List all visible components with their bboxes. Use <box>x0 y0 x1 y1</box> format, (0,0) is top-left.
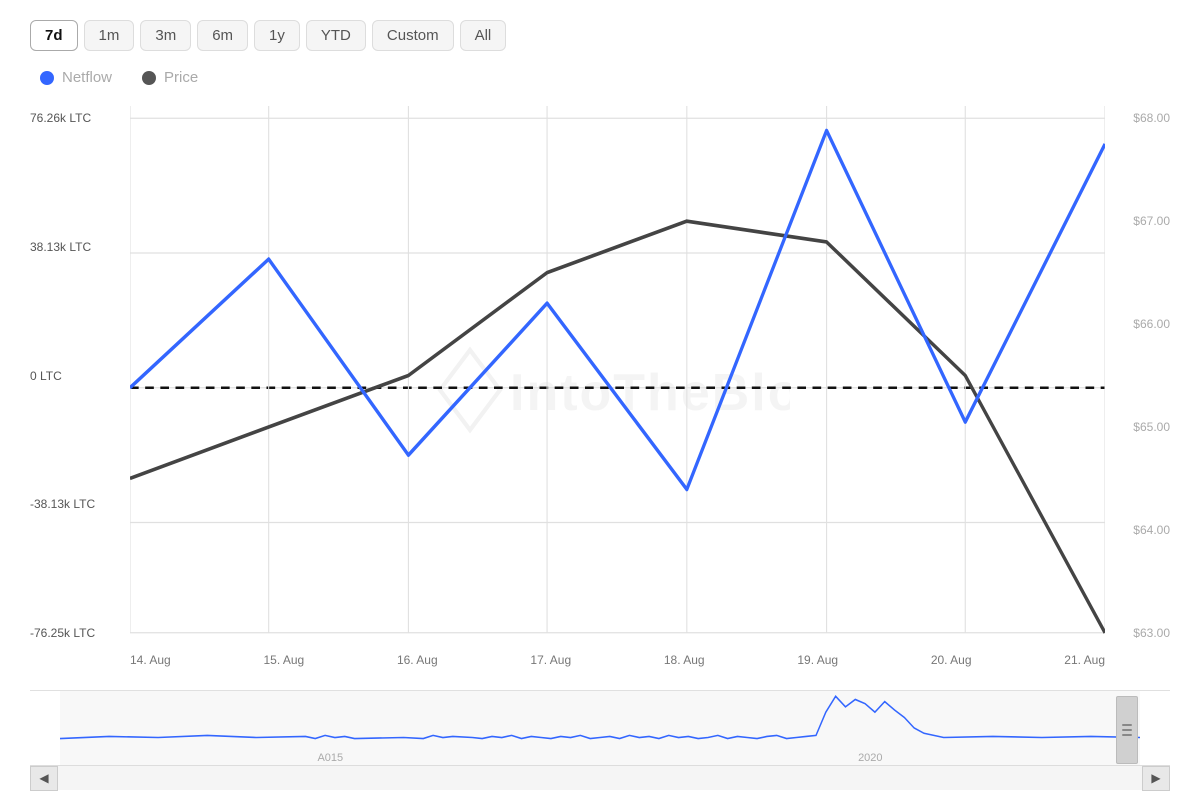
legend-price: Price <box>142 69 198 86</box>
chart-legend: Netflow Price <box>40 69 1170 86</box>
price-line <box>130 221 1105 633</box>
y-left-label-3: -38.13k LTC <box>30 497 130 511</box>
nav-right-button[interactable]: ▶ <box>1142 766 1170 791</box>
legend-price-label: Price <box>164 69 198 86</box>
time-btn-6m[interactable]: 6m <box>197 20 248 51</box>
chart-svg-container <box>130 106 1105 645</box>
x-label-6: 20. Aug <box>931 653 972 667</box>
x-label-0: 14. Aug <box>130 653 171 667</box>
y-right-label-3: $65.00 <box>1110 420 1170 434</box>
chart-area: 76.26k LTC 38.13k LTC 0 LTC -38.13k LTC -76.… <box>30 106 1170 790</box>
mini-chart-section: A015 2020 ◀ ▶ <box>30 690 1170 790</box>
price-dot <box>142 71 156 85</box>
x-label-7: 21. Aug <box>1064 653 1105 667</box>
netflow-dot <box>40 71 54 85</box>
main-svg <box>130 106 1105 645</box>
legend-netflow: Netflow <box>40 69 112 86</box>
y-right-label-0: $68.00 <box>1110 111 1170 125</box>
mini-label-0: A015 <box>317 752 343 764</box>
x-label-5: 19. Aug <box>797 653 838 667</box>
x-label-3: 17. Aug <box>530 653 571 667</box>
time-btn-7d[interactable]: 7d <box>30 20 78 51</box>
handle-line-3 <box>1122 734 1132 736</box>
main-container: 7d1m3m6m1yYTDCustomAll Netflow Price 76.… <box>0 0 1200 800</box>
nav-scrollbar[interactable] <box>58 766 1142 790</box>
scroll-handle-lines <box>1122 724 1132 736</box>
time-btn-1y[interactable]: 1y <box>254 20 300 51</box>
nav-left-button[interactable]: ◀ <box>30 766 58 791</box>
mini-label-1: 2020 <box>858 752 882 764</box>
time-btn-3m[interactable]: 3m <box>140 20 191 51</box>
time-btn-all[interactable]: All <box>460 20 507 51</box>
y-right-label-1: $67.00 <box>1110 214 1170 228</box>
x-label-4: 18. Aug <box>664 653 705 667</box>
y-axis-left: 76.26k LTC 38.13k LTC 0 LTC -38.13k LTC -76.… <box>30 106 130 645</box>
time-btn-ytd[interactable]: YTD <box>306 20 366 51</box>
y-right-label-5: $63.00 <box>1110 626 1170 640</box>
handle-line-1 <box>1122 724 1132 726</box>
time-btn-custom[interactable]: Custom <box>372 20 454 51</box>
y-left-label-2: 0 LTC <box>30 369 130 383</box>
time-period-selector: 7d1m3m6m1yYTDCustomAll <box>30 20 1170 51</box>
x-label-1: 15. Aug <box>263 653 304 667</box>
y-axis-right: $68.00 $67.00 $66.00 $65.00 $64.00 $63.00 <box>1110 106 1170 645</box>
legend-netflow-label: Netflow <box>62 69 112 86</box>
mini-chart-labels: A015 2020 <box>60 752 1140 764</box>
y-left-label-0: 76.26k LTC <box>30 111 130 125</box>
y-right-label-4: $64.00 <box>1110 523 1170 537</box>
y-left-label-4: -76.25k LTC <box>30 626 130 640</box>
y-right-label-2: $66.00 <box>1110 317 1170 331</box>
mini-nav-bar: ◀ ▶ <box>30 765 1170 790</box>
time-btn-1m[interactable]: 1m <box>84 20 135 51</box>
x-axis: 14. Aug 15. Aug 16. Aug 17. Aug 18. Aug 19. A… <box>130 645 1105 685</box>
main-chart: 76.26k LTC 38.13k LTC 0 LTC -38.13k LTC -76.… <box>30 106 1170 685</box>
x-label-2: 16. Aug <box>397 653 438 667</box>
netflow-line <box>130 131 1105 490</box>
y-left-label-1: 38.13k LTC <box>30 240 130 254</box>
handle-line-2 <box>1122 729 1132 731</box>
